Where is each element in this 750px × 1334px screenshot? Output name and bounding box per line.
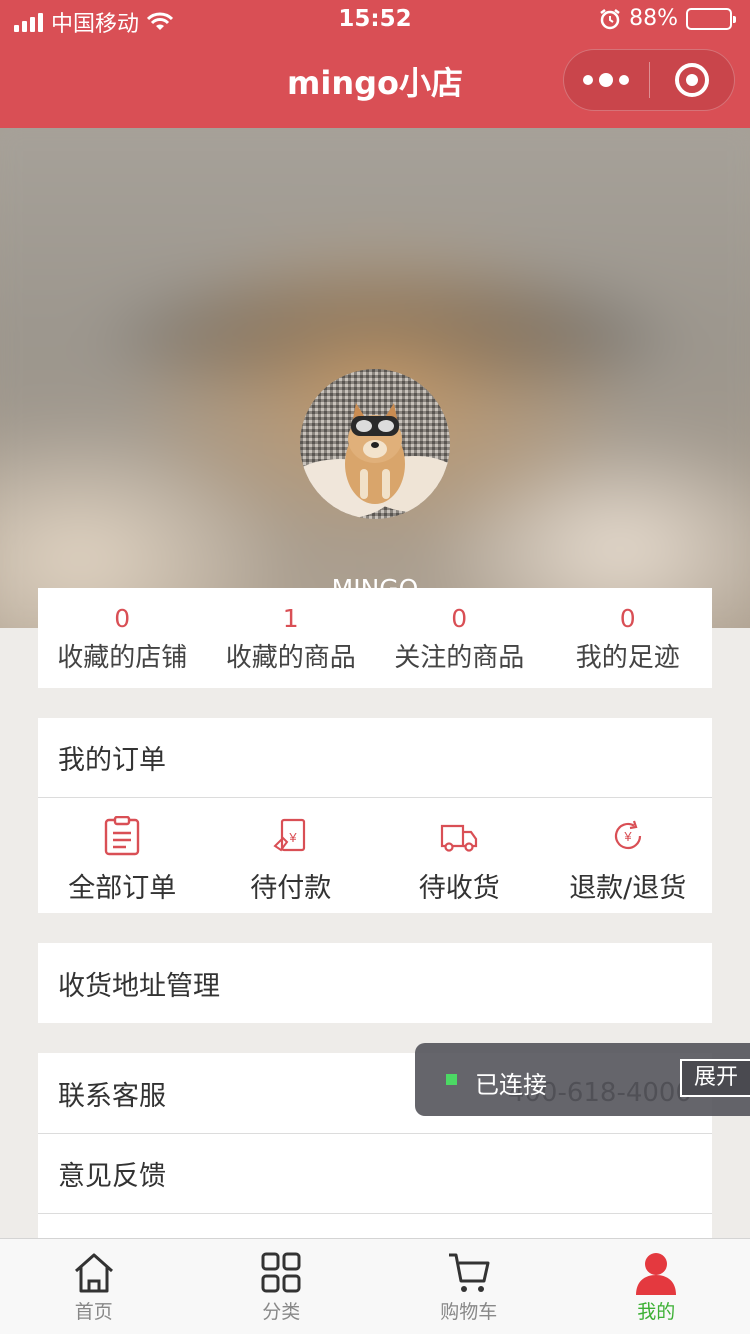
tab-label: 购物车 — [440, 1301, 498, 1323]
toast-text: 已连接 — [475, 1071, 547, 1099]
my-orders-header[interactable]: 我的订单 — [38, 718, 712, 798]
refund-icon: ¥ — [614, 820, 641, 850]
order-item-label: 待付款 — [250, 873, 332, 904]
pending-payment-button[interactable]: ¥ 待付款 — [207, 798, 376, 912]
top-bar: 中国移动 15:52 88% mingo小店 — [0, 0, 750, 128]
address-card: 收货地址管理 — [38, 943, 712, 1023]
stat-favorite-goods[interactable]: 1 收藏的商品 — [207, 588, 376, 688]
mini-program-capsule — [563, 49, 735, 111]
menu-item-hidden[interactable] — [38, 1213, 712, 1237]
user-icon — [636, 1253, 677, 1295]
clipboard-icon — [105, 816, 140, 856]
stat-count: 0 — [619, 604, 636, 633]
connected-indicator-icon — [446, 1074, 457, 1085]
order-item-label: 待收货 — [418, 873, 500, 904]
truck-icon — [441, 824, 478, 852]
stat-footprints[interactable]: 0 我的足迹 — [544, 588, 713, 688]
profile-name: MINGO — [331, 574, 419, 603]
contact-service-label: 联系客服 — [58, 1080, 166, 1112]
category-grid-icon — [261, 1252, 301, 1293]
tab-mine[interactable]: 我的 — [563, 1239, 750, 1334]
stat-count: 0 — [451, 604, 468, 633]
payment-icon: ¥ — [273, 818, 305, 852]
stat-label: 收藏的店铺 — [57, 643, 188, 673]
status-bar: 中国移动 15:52 88% — [0, 0, 750, 40]
feedback-item[interactable]: 意见反馈 — [38, 1133, 712, 1213]
all-orders-button[interactable]: 全部订单 — [38, 798, 207, 912]
profile-header: MINGO — [0, 128, 750, 628]
svg-text:¥: ¥ — [623, 829, 632, 844]
stat-label: 收藏的商品 — [225, 643, 356, 673]
tab-bar: 首页 分类 购物车 我的 — [0, 1238, 750, 1334]
cart-icon — [448, 1253, 490, 1292]
battery-icon — [686, 7, 736, 30]
stat-label: 我的足迹 — [575, 643, 680, 673]
expand-button[interactable]: 展开 — [680, 1059, 750, 1097]
tab-label: 首页 — [74, 1301, 113, 1323]
orders-card: 我的订单 全部订单 ¥ 待付款 待收货 ¥ 退款/退货 — [38, 718, 712, 913]
battery-percent: 88% — [629, 6, 678, 31]
tab-label: 分类 — [262, 1301, 301, 1323]
pending-delivery-button[interactable]: 待收货 — [375, 798, 544, 912]
svg-text:¥: ¥ — [288, 830, 297, 845]
stats-panel: 0 收藏的店铺 1 收藏的商品 0 关注的商品 0 我的足迹 — [38, 588, 712, 688]
target-circle-icon[interactable] — [650, 49, 735, 111]
avatar[interactable] — [300, 369, 450, 519]
tab-category[interactable]: 分类 — [188, 1239, 376, 1334]
tab-home[interactable]: 首页 — [0, 1239, 188, 1334]
refund-button[interactable]: ¥ 退款/退货 — [544, 798, 713, 912]
tab-label: 我的 — [637, 1301, 676, 1323]
order-item-label: 全部订单 — [68, 873, 177, 904]
stat-followed-goods[interactable]: 0 关注的商品 — [375, 588, 544, 688]
alarm-icon — [600, 8, 620, 29]
stat-favorite-shops[interactable]: 0 收藏的店铺 — [38, 588, 207, 688]
shiba-dog-avatar — [300, 369, 450, 519]
order-item-label: 退款/退货 — [569, 873, 687, 904]
more-dots-icon[interactable] — [564, 49, 649, 111]
stat-count: 0 — [114, 604, 131, 633]
stat-count: 1 — [282, 604, 299, 633]
tab-cart[interactable]: 购物车 — [375, 1239, 563, 1334]
address-management-item[interactable]: 收货地址管理 — [38, 943, 712, 1023]
home-icon — [74, 1253, 113, 1293]
stat-label: 关注的商品 — [394, 643, 525, 673]
